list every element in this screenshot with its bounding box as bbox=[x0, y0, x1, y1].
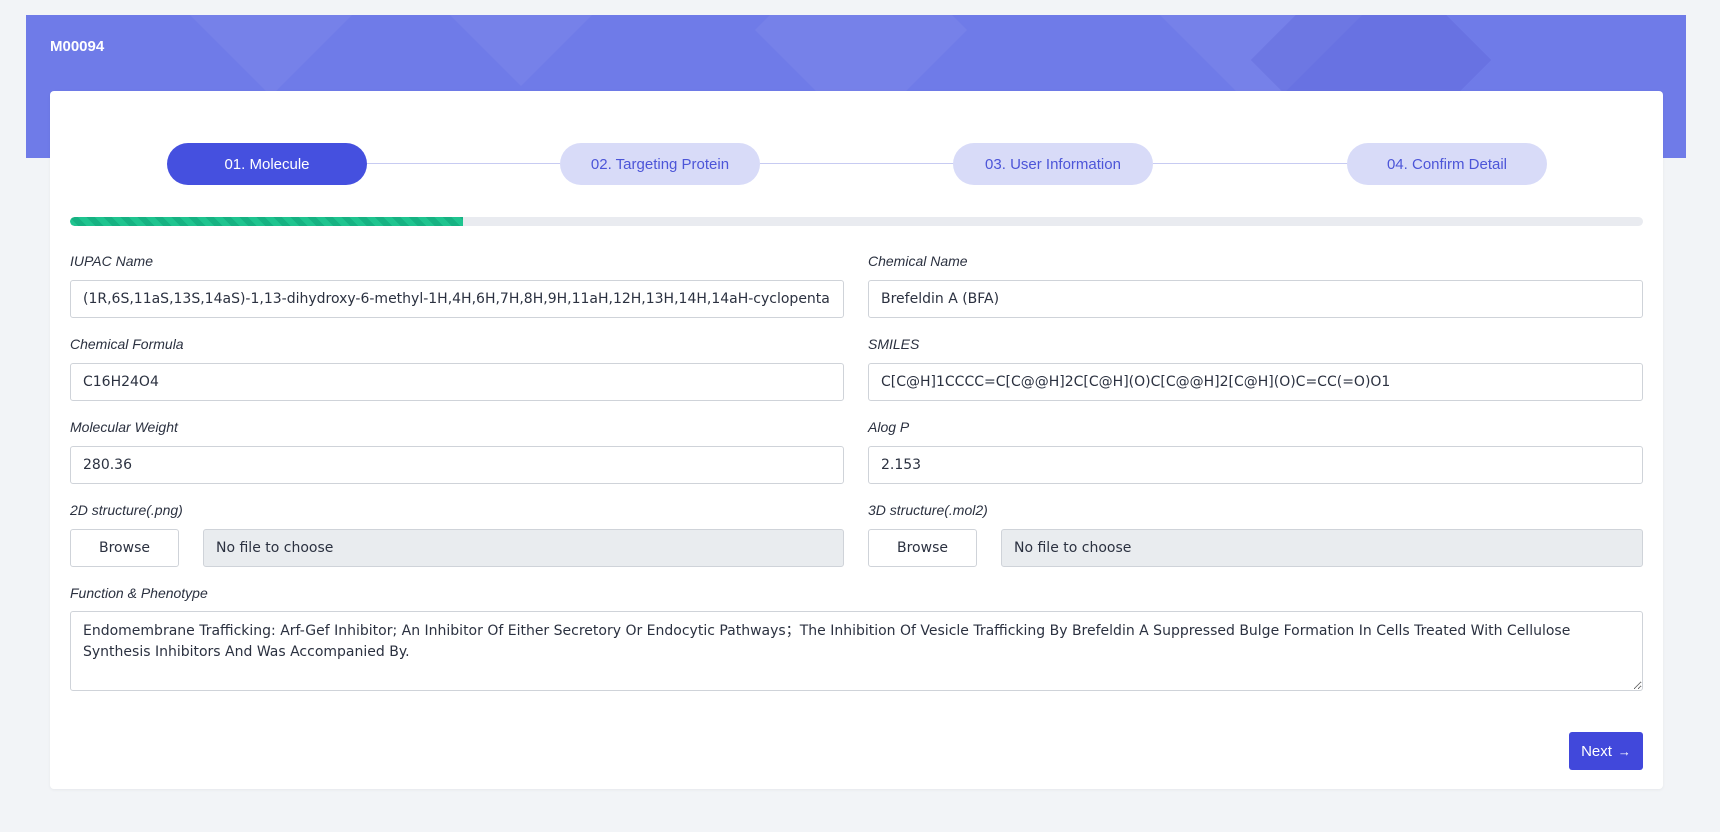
alog-p-label: Alog P bbox=[868, 419, 910, 435]
smiles-label: SMILES bbox=[868, 336, 920, 352]
function-phenotype-textarea[interactable]: Endomembrane Trafficking: Arf-Gef Inhibi… bbox=[70, 611, 1643, 691]
step-connector bbox=[366, 163, 560, 164]
chemical-name-label: Chemical Name bbox=[868, 253, 968, 269]
progress-bar-fill bbox=[70, 217, 464, 226]
step-confirm-detail[interactable]: 04. Confirm Detail bbox=[1347, 143, 1547, 185]
smiles-input[interactable] bbox=[868, 363, 1643, 401]
structure-3d-browse-button[interactable]: Browse bbox=[868, 529, 977, 567]
structure-2d-browse-button[interactable]: Browse bbox=[70, 529, 179, 567]
step-user-information[interactable]: 03. User Information bbox=[953, 143, 1153, 185]
structure-2d-file-field[interactable]: No file to choose bbox=[203, 529, 844, 567]
banner-decoration bbox=[414, 15, 628, 87]
iupac-name-input[interactable] bbox=[70, 280, 844, 318]
progress-bar bbox=[70, 217, 1643, 226]
iupac-name-label: IUPAC Name bbox=[70, 253, 153, 269]
banner-decoration bbox=[164, 15, 378, 97]
next-button-label: Next bbox=[1581, 742, 1612, 760]
chemical-name-input[interactable] bbox=[868, 280, 1643, 318]
stepper: 01. Molecule 02. Targeting Protein 03. U… bbox=[50, 143, 1663, 185]
alog-p-input[interactable] bbox=[868, 446, 1643, 484]
function-phenotype-label: Function & Phenotype bbox=[70, 585, 208, 601]
structure-3d-file-field[interactable]: No file to choose bbox=[1001, 529, 1643, 567]
step-molecule[interactable]: 01. Molecule bbox=[167, 143, 367, 185]
step-connector bbox=[760, 163, 954, 164]
arrow-right-icon: → bbox=[1617, 743, 1631, 759]
structure-2d-label: 2D structure(.png) bbox=[70, 502, 183, 518]
step-connector bbox=[1153, 163, 1347, 164]
page-title: M00094 bbox=[50, 38, 105, 55]
structure-3d-label: 3D structure(.mol2) bbox=[868, 502, 988, 518]
chemical-formula-label: Chemical Formula bbox=[70, 336, 184, 352]
molecular-weight-input[interactable] bbox=[70, 446, 844, 484]
molecule-form-card: 01. Molecule 02. Targeting Protein 03. U… bbox=[50, 91, 1663, 789]
molecular-weight-label: Molecular Weight bbox=[70, 419, 178, 435]
next-button[interactable]: Next → bbox=[1569, 732, 1643, 770]
chemical-formula-input[interactable] bbox=[70, 363, 844, 401]
step-targeting-protein[interactable]: 02. Targeting Protein bbox=[560, 143, 760, 185]
